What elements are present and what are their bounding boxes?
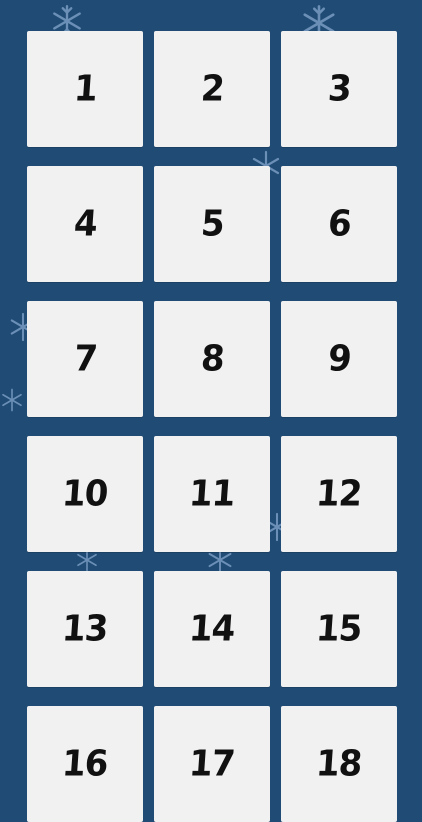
day-number: 8 <box>199 338 225 380</box>
day-tile-15[interactable]: 15 <box>281 571 397 687</box>
day-tile-7[interactable]: 7 <box>27 301 143 417</box>
day-number: 12 <box>314 473 364 515</box>
day-number: 9 <box>326 338 352 380</box>
day-number: 3 <box>326 68 352 110</box>
day-number: 5 <box>199 203 225 245</box>
day-number: 1 <box>72 68 98 110</box>
day-tile-11[interactable]: 11 <box>154 436 270 552</box>
day-tile-10[interactable]: 10 <box>27 436 143 552</box>
day-number: 11 <box>187 473 237 515</box>
day-tile-4[interactable]: 4 <box>27 166 143 282</box>
day-number: 17 <box>187 743 237 785</box>
day-number: 15 <box>314 608 364 650</box>
day-tile-1[interactable]: 1 <box>27 31 143 147</box>
snowflake-icon <box>0 388 24 412</box>
advent-calendar-grid: 1 2 3 4 5 6 7 8 9 10 11 12 13 14 15 16 1… <box>27 31 397 822</box>
day-tile-12[interactable]: 12 <box>281 436 397 552</box>
day-number: 6 <box>326 203 352 245</box>
day-number: 7 <box>72 338 98 380</box>
day-tile-6[interactable]: 6 <box>281 166 397 282</box>
day-number: 4 <box>72 203 98 245</box>
day-number: 14 <box>187 608 237 650</box>
day-number: 10 <box>60 473 110 515</box>
day-number: 2 <box>199 68 225 110</box>
day-tile-3[interactable]: 3 <box>281 31 397 147</box>
day-number: 16 <box>60 743 110 785</box>
day-tile-18[interactable]: 18 <box>281 706 397 822</box>
day-tile-8[interactable]: 8 <box>154 301 270 417</box>
day-tile-14[interactable]: 14 <box>154 571 270 687</box>
day-tile-5[interactable]: 5 <box>154 166 270 282</box>
day-tile-2[interactable]: 2 <box>154 31 270 147</box>
day-tile-9[interactable]: 9 <box>281 301 397 417</box>
day-number: 18 <box>314 743 364 785</box>
day-tile-13[interactable]: 13 <box>27 571 143 687</box>
day-number: 13 <box>60 608 110 650</box>
day-tile-17[interactable]: 17 <box>154 706 270 822</box>
day-tile-16[interactable]: 16 <box>27 706 143 822</box>
